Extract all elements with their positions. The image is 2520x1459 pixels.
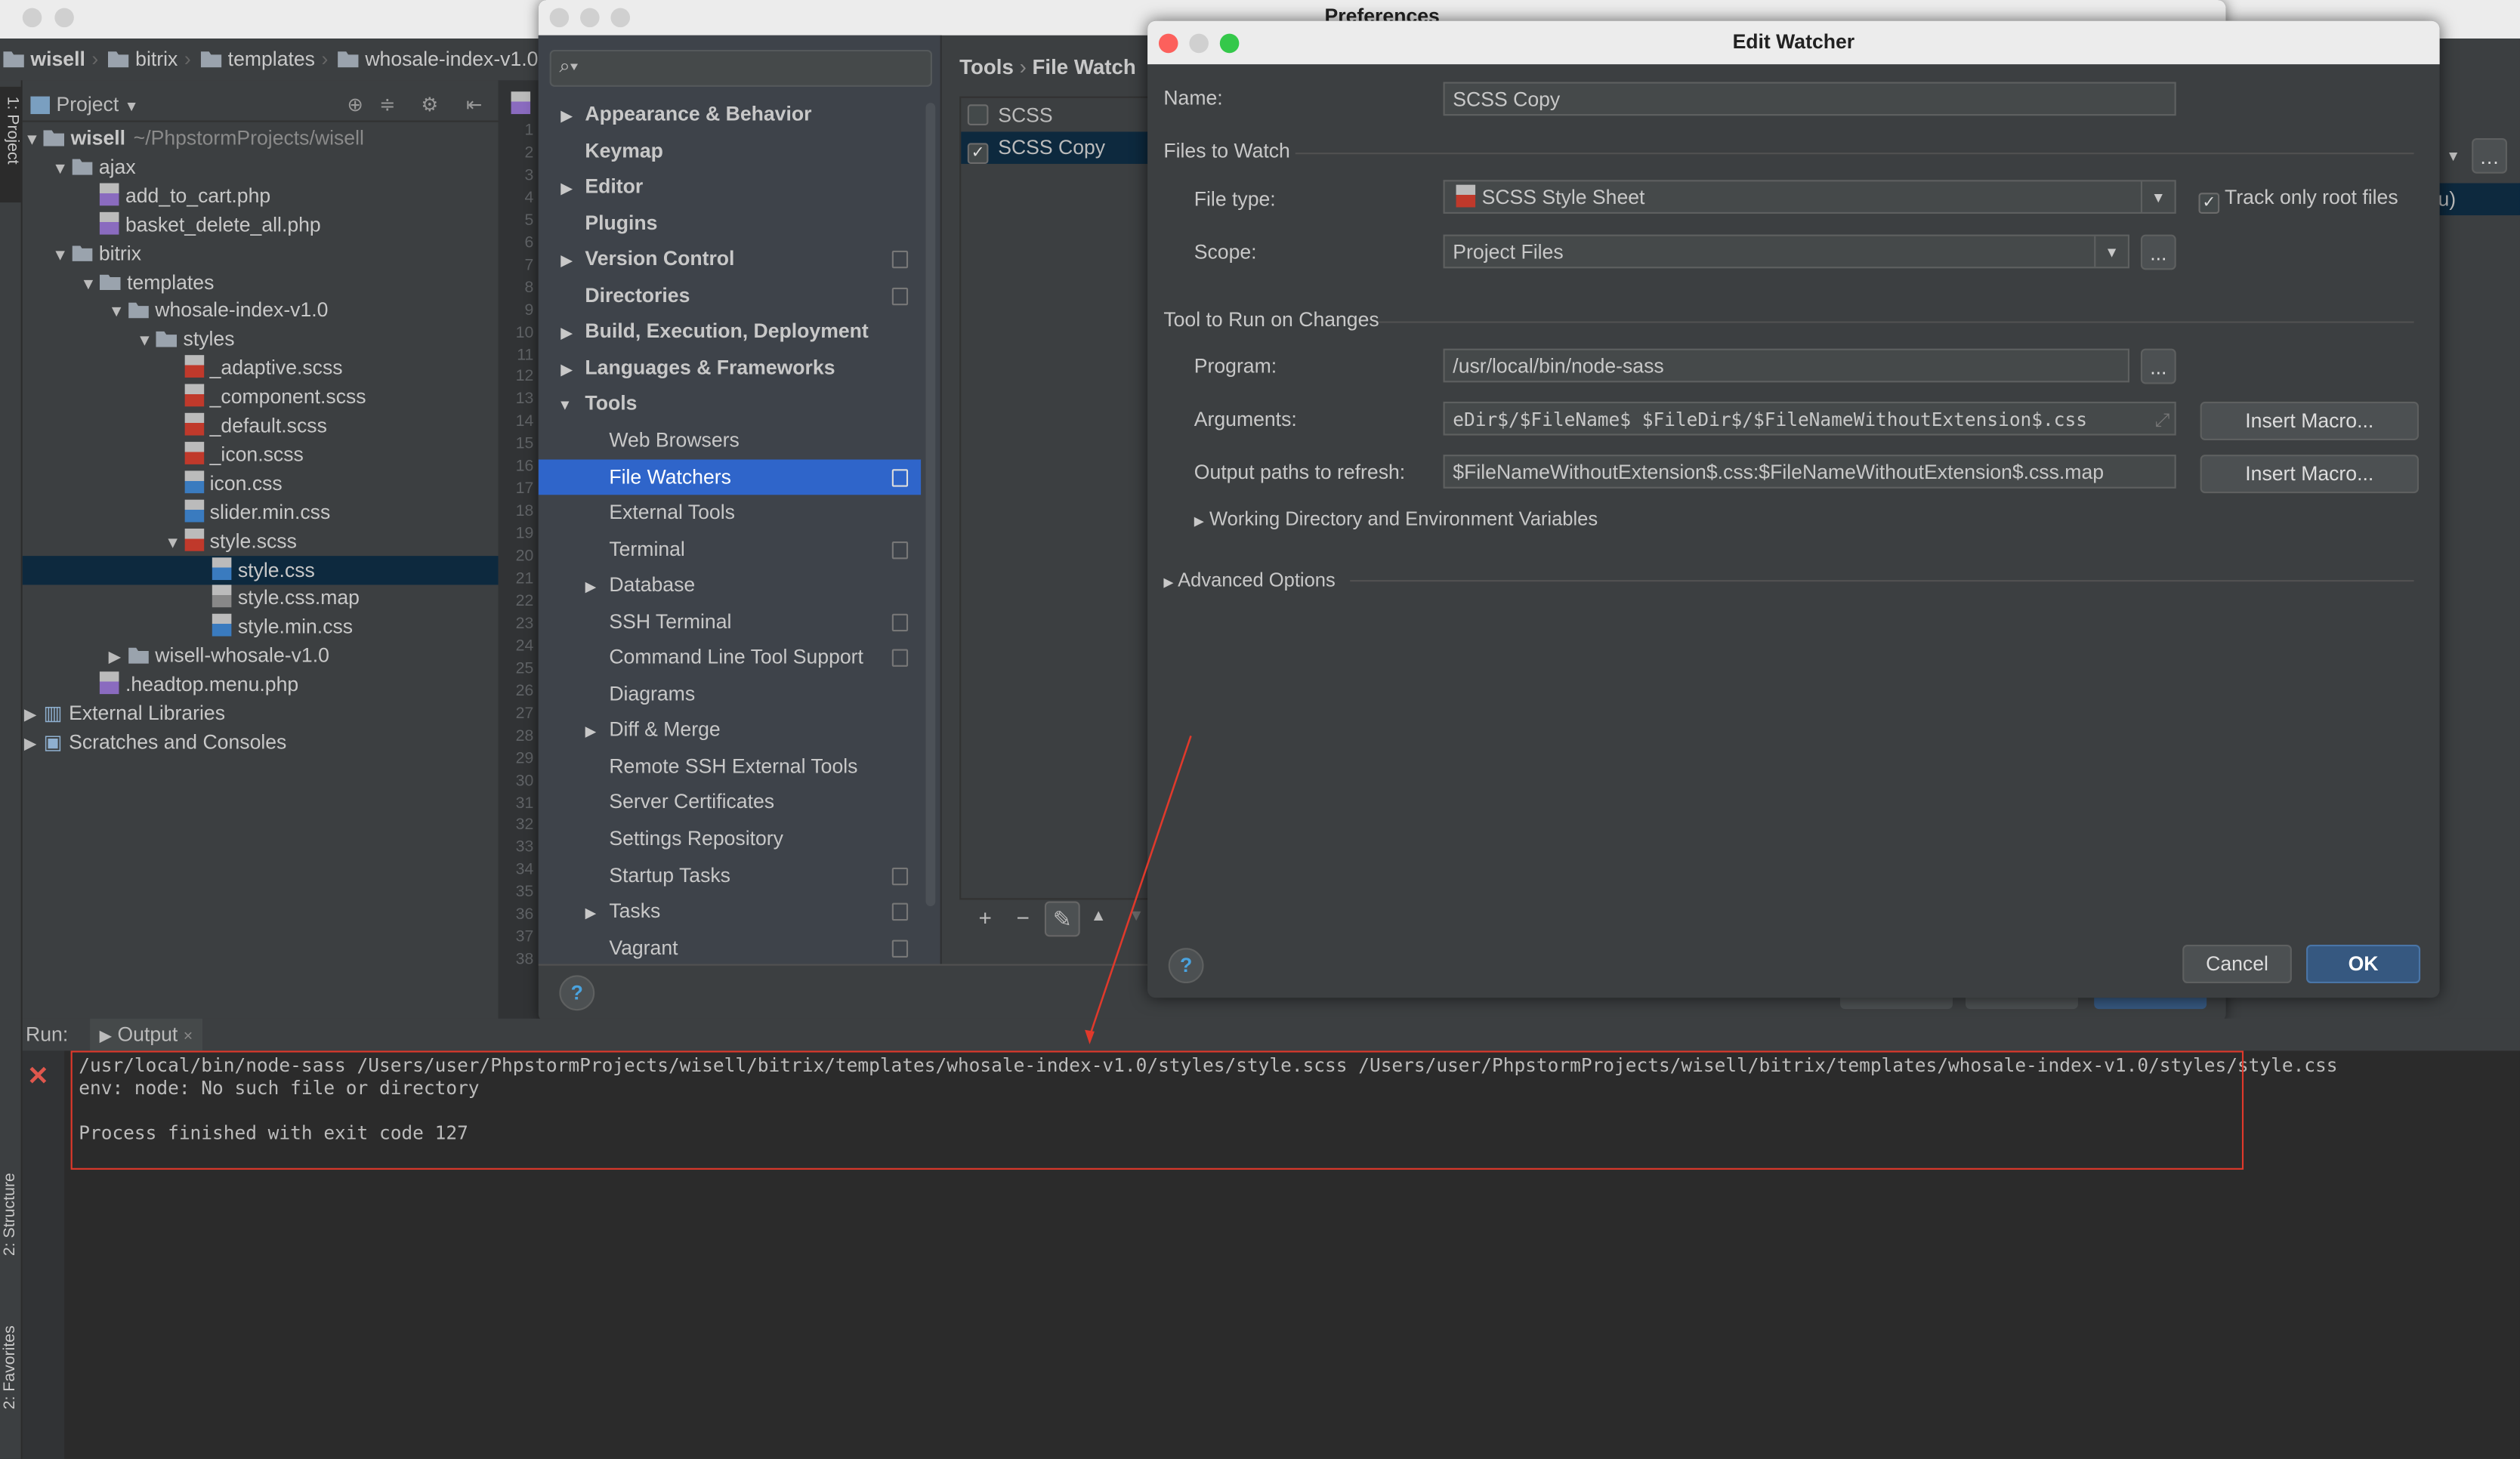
annotation-arrow xyxy=(1085,736,1192,1044)
screen: wisell › bitrix › templates › whosale-index-v1… xyxy=(0,0,2520,1459)
